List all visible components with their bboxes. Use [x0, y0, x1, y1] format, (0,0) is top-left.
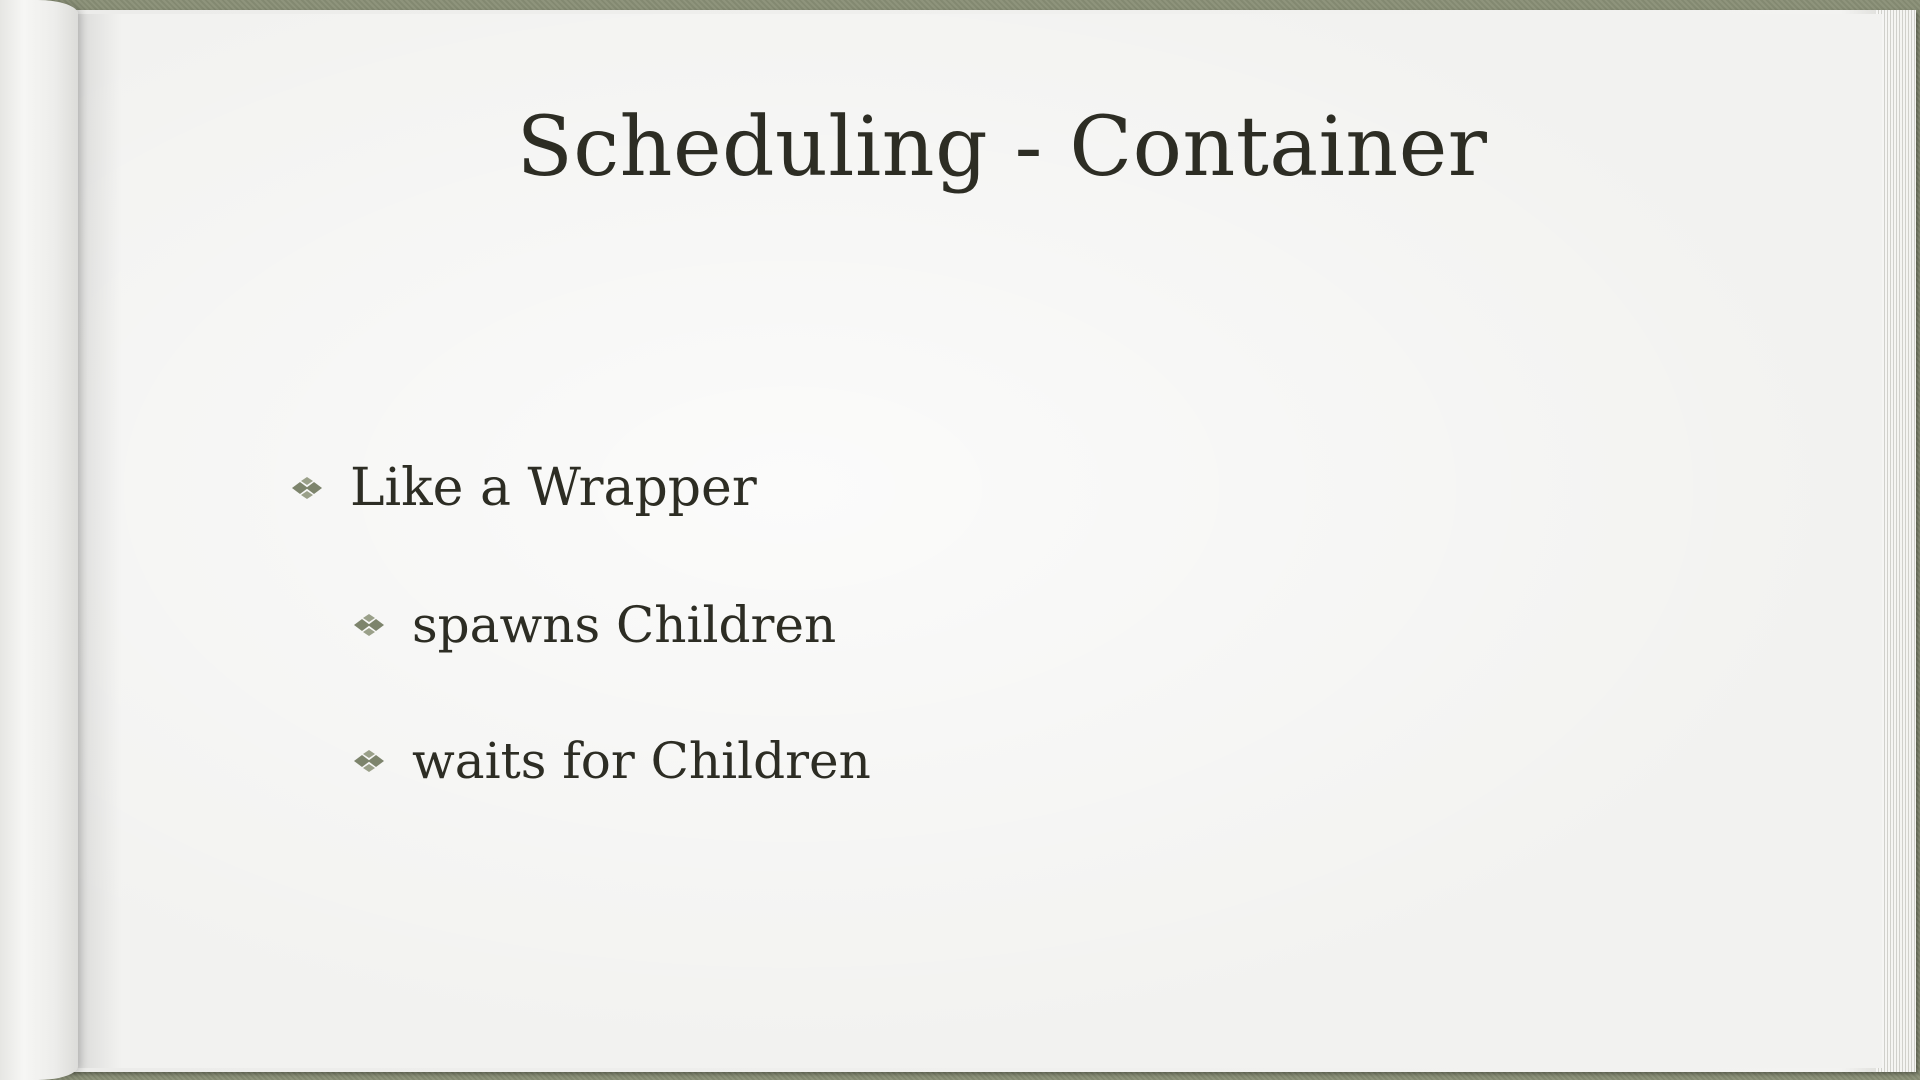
slide-title: Scheduling - Container	[516, 100, 1488, 195]
